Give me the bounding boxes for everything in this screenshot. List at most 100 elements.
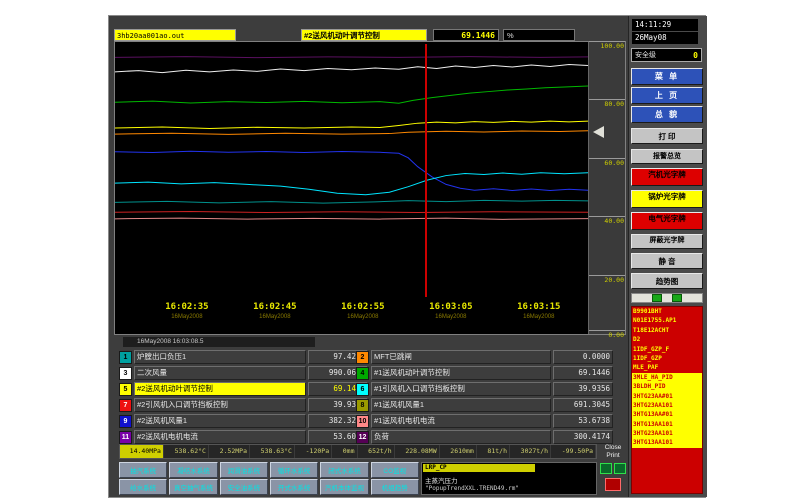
alarm-tag-item[interactable]: B9901BHT: [632, 307, 702, 316]
alarm-tag-item[interactable]: 3HTG13AA101: [632, 438, 702, 447]
alarm-tag-item[interactable]: MLE_PAF: [632, 363, 702, 372]
legend-row[interactable]: 12 负荷 300.4174: [356, 430, 613, 444]
status-value[interactable]: 0mm: [333, 445, 357, 458]
alarm-tag-item[interactable]: 3HTG23AA#01: [632, 392, 702, 401]
time-tick-date: 16May2008: [253, 314, 296, 320]
legend-row[interactable]: 4 #1送风机动叶调节控制 69.1446: [356, 366, 613, 380]
unit-field: %: [503, 29, 575, 41]
alarm-tag-item[interactable]: D2: [632, 335, 702, 344]
screen-nav-button[interactable]: 安全油系统: [220, 479, 268, 495]
alarm-indicator-icon[interactable]: [605, 478, 621, 491]
screen-nav-button[interactable]: 润滑油系统: [220, 462, 268, 478]
security-level-box[interactable]: 安全级 0: [631, 48, 702, 62]
clock-date: 26May08: [632, 32, 698, 44]
alarm-tag-item[interactable]: 3MLE_HA_PID: [632, 373, 702, 382]
value-tick-label: 0.00: [589, 331, 625, 339]
alarm-tag-item[interactable]: N01E1755.AP1: [632, 316, 702, 325]
status-value[interactable]: -99.50Pa: [552, 445, 596, 458]
screen-nav-button[interactable]: 抽汽系统: [119, 462, 167, 478]
status-value[interactable]: 228.08MW: [396, 445, 440, 458]
clock-time: 14:11:29: [632, 19, 698, 31]
print-button[interactable]: Print: [599, 452, 627, 460]
legend-row[interactable]: 1 炉膛出口负压1 97.4292: [119, 350, 368, 364]
security-level-label: 安全级: [635, 50, 656, 60]
page-up-button[interactable]: 上 页: [631, 87, 703, 104]
screen-nav-button[interactable]: 真空抽气系统: [169, 479, 217, 495]
turbine-annunciator-button[interactable]: 汽机光字牌: [631, 168, 703, 186]
status-value[interactable]: 2.52MPa: [210, 445, 250, 458]
overview-button[interactable]: 总 貌: [631, 106, 703, 123]
legend-row[interactable]: 8 #1送风机风量1 691.3045: [356, 398, 613, 412]
alarm-tag-item[interactable]: 1IDF_GZP: [632, 354, 702, 363]
alarm-tag-item[interactable]: 1IDF_GZP_F: [632, 345, 702, 354]
legend-row[interactable]: 7 #2引风机入口调节挡板控制 39.9356: [119, 398, 368, 412]
alarm-summary-button[interactable]: 报警总览: [631, 149, 703, 164]
value-pointer-icon[interactable]: [587, 126, 604, 138]
screen-nav-button[interactable]: 凝结水系统: [169, 462, 217, 478]
tag-name-field[interactable]: 3hb20aa001ao.out: [114, 29, 236, 41]
legend-row[interactable]: 5 #2送风机动叶调节控制 69.1446: [119, 382, 368, 396]
screen-nav-button[interactable]: 闭式水系统: [320, 462, 368, 478]
legend-row[interactable]: 3 二次风量 990.0674: [119, 366, 368, 380]
time-tick-label: 16:02:55: [341, 302, 384, 312]
legend-row[interactable]: 6 #1引风机入口调节挡板控制 39.9356: [356, 382, 613, 396]
masked-annunciator-button[interactable]: 屏蔽光字牌: [631, 234, 703, 249]
value-tick: 40.00: [589, 216, 625, 225]
trace-value: 300.4174: [553, 430, 613, 444]
trace-description-field[interactable]: #2送风机动叶调节控制: [301, 29, 427, 41]
time-tick-label: 16:02:35: [165, 302, 208, 312]
alarm-tag-item[interactable]: 3HTG23AA101: [632, 429, 702, 438]
screen-nav-button[interactable]: 循环水系统: [270, 462, 318, 478]
alarm-tag-item[interactable]: 3HTG13AA101: [632, 420, 702, 429]
mute-button[interactable]: 静 音: [631, 253, 703, 269]
legend-row[interactable]: 10 #1送风机电机电流 53.6738: [356, 414, 613, 428]
status-value[interactable]: 538.63°C: [251, 445, 295, 458]
plot-area[interactable]: [115, 44, 588, 297]
trace-value: 53.6738: [553, 414, 613, 428]
status-value[interactable]: 538.62°C: [165, 445, 209, 458]
status-value[interactable]: 652t/h: [359, 445, 395, 458]
legend-row[interactable]: 11 #2送风机电机电流 53.6005: [119, 430, 368, 444]
status-value[interactable]: 3027t/h: [511, 445, 551, 458]
cursor-timestamp: 16May2008 16:03:08.5: [123, 337, 315, 347]
legend-row[interactable]: 9 #2送风机风量1 382.3297: [119, 414, 368, 428]
menu-button[interactable]: 菜 单: [631, 68, 703, 85]
message-line-1: 主蒸汽压力: [425, 475, 458, 485]
screen-nav-button[interactable]: CO监视: [371, 462, 419, 478]
time-cursor-line[interactable]: [425, 44, 427, 297]
trace-label: #1送风机电机电流: [371, 414, 551, 428]
message-line-2: "PopupTrendXXL.TREND49.rm": [425, 485, 519, 492]
status-lamp-icon: [652, 294, 662, 302]
status-value[interactable]: 81t/h: [478, 445, 510, 458]
print-screen-button[interactable]: 打 印: [631, 128, 703, 144]
screen-nav-button[interactable]: 汽机本体监视: [320, 479, 368, 495]
alarm-tag-item[interactable]: T18E12ACHT: [632, 326, 702, 335]
trend-graph-button[interactable]: 趋势图: [631, 273, 703, 289]
screen-nav-row-2: 给水系统 真空抽气系统 安全油系统 开式水系统 汽机本体监视 机组趋势: [119, 479, 419, 495]
close-button[interactable]: Close: [599, 444, 627, 452]
time-tick-label: 16:02:45: [253, 302, 296, 312]
electrical-annunciator-button[interactable]: 电气光字牌: [631, 212, 703, 230]
time-tick-date: 16May2008: [341, 314, 384, 320]
trace-number-box: 9: [119, 415, 132, 428]
alarm-tag-item[interactable]: 3HTG23AA101: [632, 401, 702, 410]
trend-chart: 16:02:35 16May2008 16:02:45 16May2008 16…: [114, 41, 626, 335]
alarm-tag-item[interactable]: 3BLDH_PID: [632, 382, 702, 391]
value-axis: 100.00 80.00 60.00 40.00 20.00 0.00: [588, 42, 625, 334]
value-tick: 20.00: [589, 275, 625, 284]
time-tick-label: 16:03:05: [429, 302, 472, 312]
screen-nav-button[interactable]: 机组趋势: [371, 479, 419, 495]
screenshot-page: 3hb20aa001ao.out #2送风机动叶调节控制 69.1446 % 1…: [0, 0, 800, 500]
screen-nav-button[interactable]: 开式水系统: [270, 479, 318, 495]
status-value[interactable]: 2610mm: [441, 445, 477, 458]
screen-nav-button[interactable]: 给水系统: [119, 479, 167, 495]
status-value[interactable]: 14.40MPa: [120, 445, 164, 458]
value-tick-label: 100.00: [589, 42, 625, 50]
legend-row[interactable]: 2 MFT已跳闸 0.0000: [356, 350, 613, 364]
monitor-icon[interactable]: [600, 463, 612, 474]
status-value[interactable]: -120Pa: [296, 445, 332, 458]
alarm-tag-item[interactable]: 3HTG13AA#01: [632, 410, 702, 419]
boiler-annunciator-button[interactable]: 锅炉光字牌: [631, 190, 703, 208]
value-tick: 80.00: [589, 99, 625, 108]
monitor-icon[interactable]: [614, 463, 626, 474]
